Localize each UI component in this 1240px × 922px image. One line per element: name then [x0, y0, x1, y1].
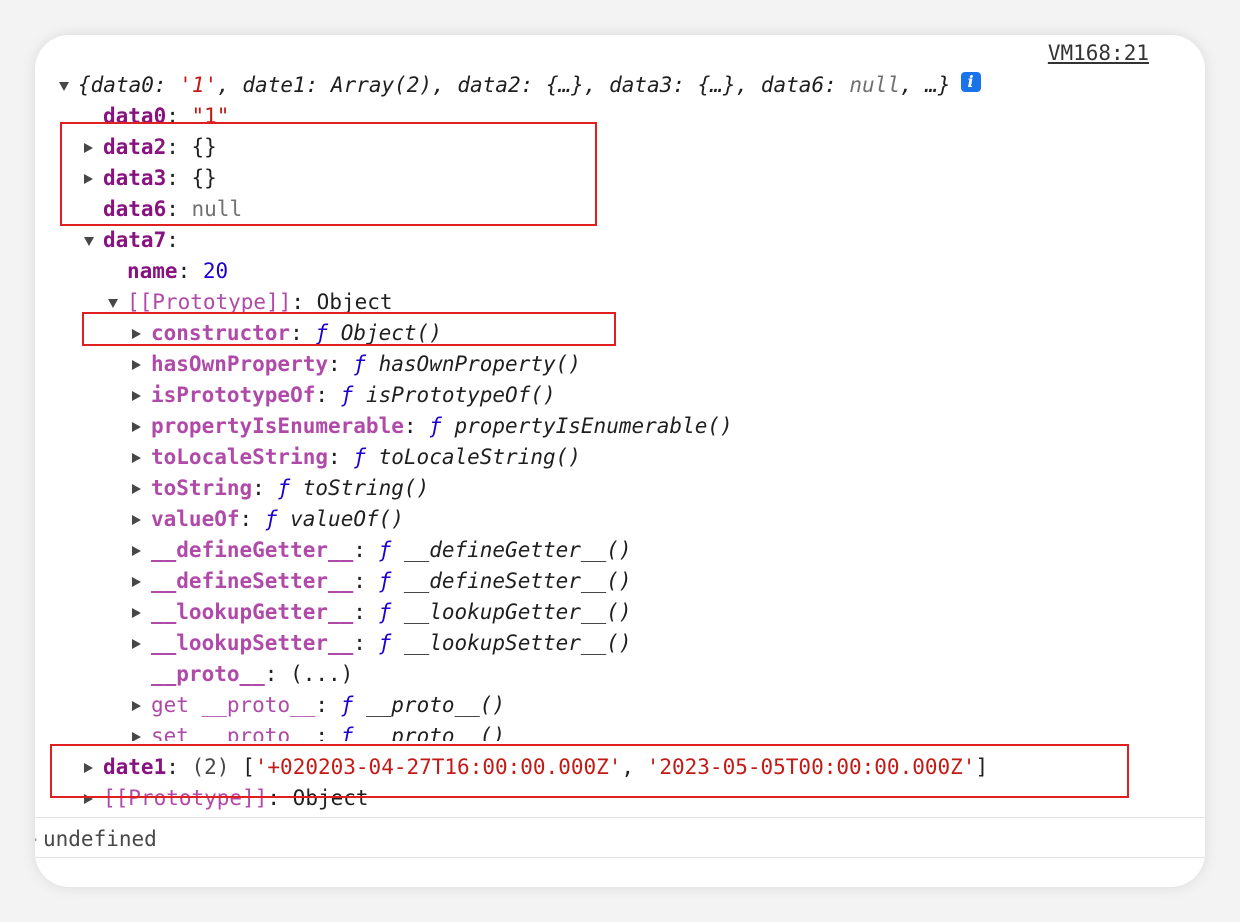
expand-toggle-icon[interactable]	[132, 411, 144, 442]
result-arrow-icon: ‹·	[35, 825, 43, 857]
proto-member-row[interactable]: propertyIsEnumerable: ƒ propertyIsEnumer…	[132, 411, 733, 442]
proto-member-row[interactable]: __defineSetter__: ƒ __defineSetter__()	[132, 566, 631, 597]
expand-toggle-icon[interactable]	[132, 690, 144, 721]
console-output: VM168:21 {data0: '1', date1: Array(2), d…	[35, 35, 1205, 887]
source-location-link[interactable]: VM168:21	[1048, 40, 1149, 66]
console-divider	[35, 857, 1205, 858]
expand-toggle-icon[interactable]	[132, 504, 144, 535]
proto-member-row[interactable]: hasOwnProperty: ƒ hasOwnProperty()	[132, 349, 581, 380]
proto-member-row[interactable]: __defineGetter__: ƒ __defineGetter__()	[132, 535, 631, 566]
proto-member-row[interactable]: toLocaleString: ƒ toLocaleString()	[132, 442, 581, 473]
proto-member-row[interactable]: valueOf: ƒ valueOf()	[132, 504, 404, 535]
property-row-data7[interactable]: data7:	[84, 225, 179, 256]
expand-toggle-icon[interactable]	[132, 721, 144, 741]
proto-member-row[interactable]: toString: ƒ toString()	[132, 473, 429, 504]
expand-toggle-icon[interactable]	[132, 380, 144, 411]
proto-setter-row[interactable]: set __proto__: ƒ __proto__()	[132, 721, 505, 741]
expand-toggle-icon[interactable]	[132, 628, 144, 659]
expand-toggle-icon[interactable]	[132, 597, 144, 628]
collapse-toggle-icon[interactable]	[84, 225, 96, 256]
expand-toggle-icon[interactable]	[132, 535, 144, 566]
proto-getter-row[interactable]: get __proto__: ƒ __proto__()	[132, 690, 505, 721]
highlight-box-empty-values	[60, 122, 597, 226]
expand-toggle-icon[interactable]	[132, 473, 144, 504]
property-row-name: name: 20	[127, 259, 229, 283]
expand-toggle-icon[interactable]	[132, 566, 144, 597]
console-result-row: ‹·undefined	[35, 823, 157, 855]
proto-member-row[interactable]: __lookupSetter__: ƒ __lookupSetter__()	[132, 628, 631, 659]
highlight-box-date1	[50, 744, 1129, 798]
proto-accessor-row[interactable]: __proto__: (...)	[151, 659, 353, 690]
object-summary-row[interactable]: {data0: '1', date1: Array(2), data2: {…}…	[59, 70, 981, 101]
expand-toggle-icon[interactable]	[132, 442, 144, 473]
info-icon[interactable]: i	[960, 72, 981, 92]
proto-member-row[interactable]: isPrototypeOf: ƒ isPrototypeOf()	[132, 380, 556, 411]
expand-toggle-icon[interactable]	[132, 349, 144, 380]
console-card: VM168:21 {data0: '1', date1: Array(2), d…	[35, 35, 1205, 887]
proto-member-row[interactable]: __lookupGetter__: ƒ __lookupGetter__()	[132, 597, 631, 628]
console-divider	[35, 817, 1205, 818]
expand-toggle-icon[interactable]	[59, 70, 71, 101]
highlight-box-constructor	[82, 312, 616, 346]
